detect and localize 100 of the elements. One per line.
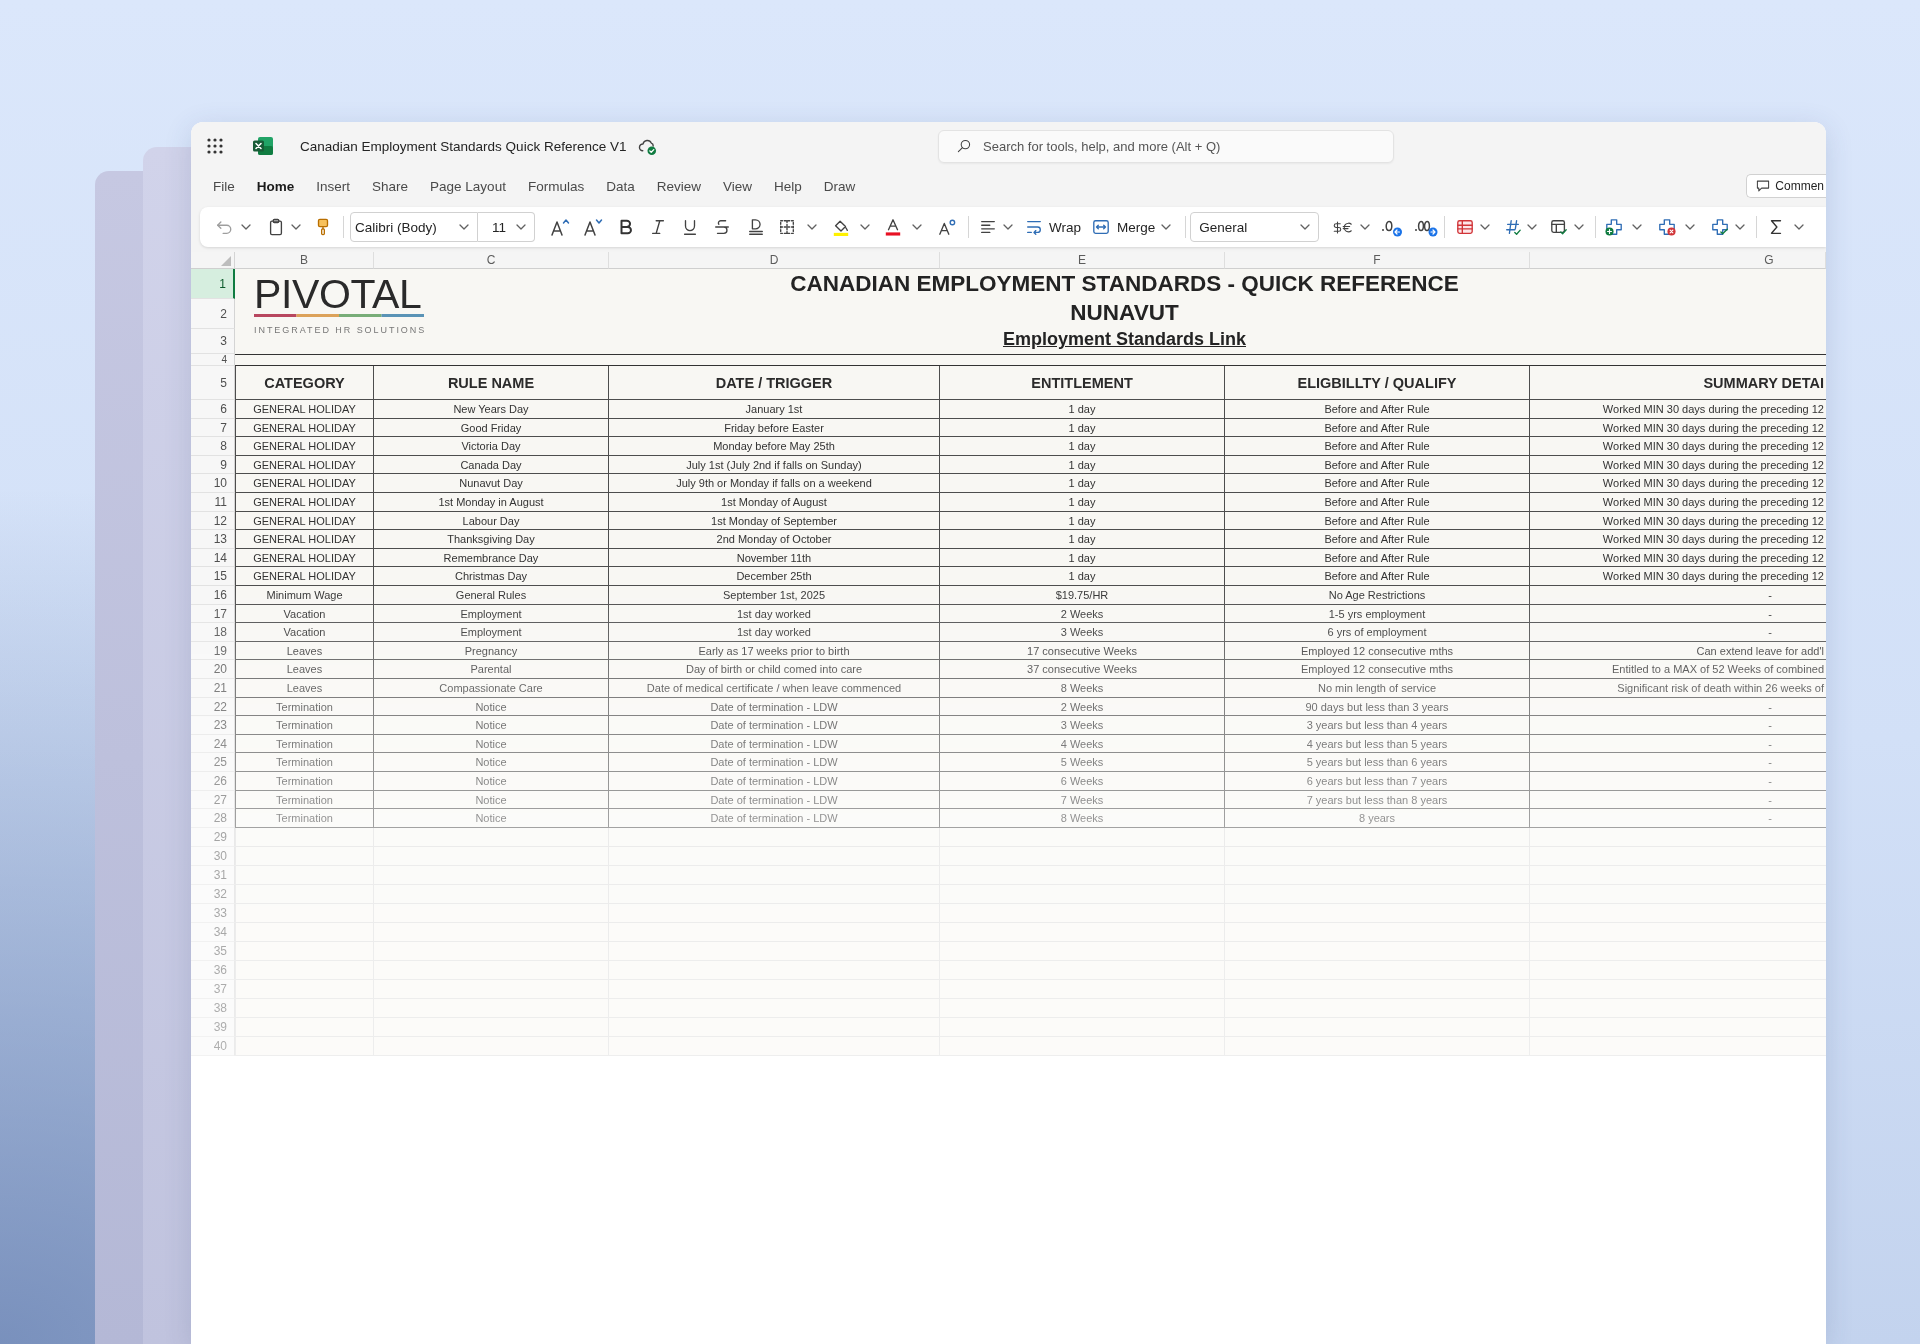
table-cell: July 1st (July 2nd if falls on Sunday) <box>609 456 940 474</box>
table-cell: Vacation <box>235 623 374 642</box>
delete-cells-icon[interactable] <box>1658 218 1677 236</box>
chevron-down-icon[interactable] <box>1574 224 1585 230</box>
table-cell: Termination <box>235 753 374 772</box>
row-header[interactable]: 15 <box>191 567 235 586</box>
align-left-icon[interactable] <box>979 218 997 236</box>
table-cell: 8 Weeks <box>940 809 1225 828</box>
font-size-increase-icon[interactable] <box>550 217 570 237</box>
number-format-dropdown[interactable]: General <box>1190 212 1320 242</box>
menu-tab[interactable]: Home <box>256 178 295 194</box>
row-header[interactable]: 6 <box>191 400 235 419</box>
double-underline-icon[interactable] <box>747 218 765 236</box>
menu-tab[interactable]: Page Layout <box>430 178 506 194</box>
font-size-decrease-icon[interactable] <box>583 217 603 237</box>
strikethrough-icon[interactable] <box>713 218 731 236</box>
clipboard-icon[interactable] <box>267 218 285 236</box>
row-header[interactable]: 7 <box>191 419 235 437</box>
row-header[interactable]: 1 <box>191 269 235 299</box>
row-header[interactable]: 2 <box>191 299 235 329</box>
table-cell: 1 day <box>940 512 1225 530</box>
column-header[interactable]: G <box>1530 252 1826 269</box>
font-color-icon[interactable] <box>884 218 902 236</box>
column-header[interactable]: D <box>609 252 940 269</box>
wrap-button[interactable]: Wrap <box>1025 218 1081 236</box>
chevron-down-icon[interactable] <box>1685 224 1696 230</box>
row-header[interactable]: 16 <box>191 586 235 605</box>
undo-icon[interactable] <box>215 218 233 236</box>
column-header[interactable]: B <box>235 252 374 269</box>
chevron-down-icon[interactable] <box>241 224 251 230</box>
comments-button[interactable]: Commen <box>1746 174 1826 198</box>
menu-tab[interactable]: Formulas <box>527 178 585 194</box>
chevron-down-icon[interactable] <box>1003 224 1013 230</box>
underline-icon[interactable] <box>681 218 699 236</box>
row-header[interactable]: 22 <box>191 698 235 716</box>
standards-link[interactable]: Employment Standards Link <box>1002 327 1246 352</box>
table-header-cell: DATE / TRIGGER <box>609 366 940 400</box>
app-launcher-icon[interactable] <box>207 138 223 154</box>
chevron-down-icon[interactable] <box>807 224 817 230</box>
row-header[interactable]: 8 <box>191 437 235 456</box>
menu-tab[interactable]: Insert <box>316 178 351 194</box>
search-input[interactable]: Search for tools, help, and more (Alt + Q) <box>983 136 1383 156</box>
row-header[interactable]: 3 <box>191 329 235 354</box>
row-header[interactable]: 14 <box>191 549 235 567</box>
column-header[interactable]: F <box>1225 252 1530 269</box>
chevron-down-icon[interactable] <box>1735 224 1746 230</box>
row-header[interactable]: 9 <box>191 456 235 474</box>
format-cells-icon[interactable] <box>1711 218 1730 236</box>
row-header[interactable]: 23 <box>191 716 235 735</box>
italic-icon[interactable] <box>649 218 667 236</box>
row-header[interactable]: 12 <box>191 512 235 530</box>
table-cell: 1 day <box>940 493 1225 512</box>
search-field[interactable]: Search for tools, help, and more (Alt + Q) <box>938 129 1394 163</box>
row-header[interactable]: 18 <box>191 623 235 642</box>
chevron-down-icon[interactable] <box>1527 224 1538 230</box>
row-header[interactable]: 19 <box>191 642 235 660</box>
menu-tab[interactable]: Data <box>606 178 635 194</box>
table-cell: GENERAL HOLIDAY <box>235 567 374 586</box>
table-cell: No min length of service <box>1225 679 1530 698</box>
chevron-down-icon[interactable] <box>1360 224 1371 230</box>
chevron-down-icon[interactable] <box>291 224 301 230</box>
chevron-down-icon[interactable] <box>860 224 870 230</box>
superscript-icon[interactable] <box>938 218 956 236</box>
chevron-down-icon[interactable] <box>1161 224 1172 230</box>
font-size-dropdown[interactable]: 11 <box>478 212 535 242</box>
conditional-format-icon[interactable] <box>1456 218 1475 236</box>
menu-tab[interactable]: Help <box>774 178 802 194</box>
row-header[interactable]: 11 <box>191 493 235 512</box>
table-header-cell: ENTITLEMENT <box>940 366 1225 400</box>
menu-tab[interactable]: Share <box>372 178 409 194</box>
column-header[interactable]: C <box>374 252 609 269</box>
menu-tab[interactable]: View <box>722 178 752 194</box>
row-header[interactable]: 17 <box>191 605 235 623</box>
row-header[interactable]: 13 <box>191 530 235 549</box>
font-name-dropdown[interactable]: Calibri (Body) <box>350 212 478 242</box>
table-cell: Worked MIN 30 days during the preceding 12 <box>1530 493 1826 512</box>
menu-tab[interactable]: Review <box>656 178 701 194</box>
chevron-down-icon[interactable] <box>516 224 526 230</box>
row-header[interactable]: 10 <box>191 474 235 493</box>
chevron-down-icon[interactable] <box>1632 224 1643 230</box>
row-header[interactable]: 4 <box>191 354 235 366</box>
menu-tab[interactable]: Draw <box>823 178 856 194</box>
menu-tab[interactable]: File <box>213 178 235 194</box>
fill-color-icon[interactable] <box>832 218 850 236</box>
currency-icon[interactable] <box>1331 220 1355 234</box>
column-header[interactable]: E <box>940 252 1225 269</box>
row-header[interactable]: 5 <box>191 366 235 400</box>
chevron-down-icon[interactable] <box>912 224 922 230</box>
table-cell: GENERAL HOLIDAY <box>235 419 374 437</box>
chevron-down-icon[interactable] <box>459 224 469 230</box>
chevron-down-icon[interactable] <box>1794 224 1805 230</box>
chevron-down-icon[interactable] <box>1480 224 1491 230</box>
borders-icon[interactable] <box>778 218 796 236</box>
merge-button[interactable]: Merge <box>1092 218 1156 236</box>
chevron-down-icon[interactable] <box>1300 224 1311 230</box>
row-header[interactable]: 21 <box>191 679 235 698</box>
hash-icon[interactable] <box>1504 218 1523 236</box>
insert-cells-icon[interactable] <box>1605 218 1624 236</box>
row-header[interactable]: 20 <box>191 660 235 679</box>
table-icon[interactable] <box>1550 218 1569 236</box>
